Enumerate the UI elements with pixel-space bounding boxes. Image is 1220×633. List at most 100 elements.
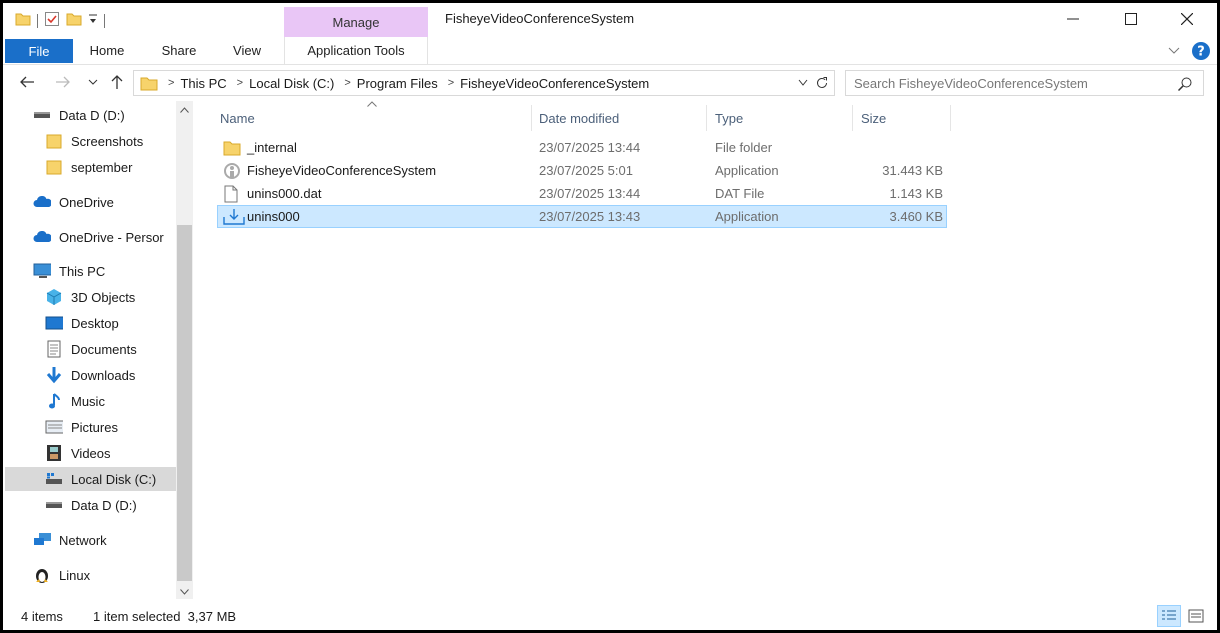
nav-item-screenshots[interactable]: Screenshots [45,129,143,153]
tab-home[interactable]: Home [77,37,137,64]
search-placeholder: Search FisheyeVideoConferenceSystem [854,75,1088,91]
chevron-right-icon[interactable]: > [168,77,174,89]
file-date: 23/07/2025 13:44 [539,140,641,155]
breadcrumb-local-disk[interactable]: Local Disk (C:) [249,76,334,91]
status-bar: 4 items 1 item selected 3,37 MB [3,603,1217,629]
drive-icon [33,107,51,123]
nav-item-videos[interactable]: Videos [45,441,111,465]
large-icons-view-icon [1188,609,1204,623]
nav-item-september[interactable]: september [45,155,132,179]
column-header-size[interactable]: Size [853,105,951,131]
nav-item-label: OneDrive - Persor [59,229,164,245]
desktop-icon [45,315,63,331]
navigation-pane: Data D (D:) Screenshots september OneDri… [3,101,193,601]
nav-item-documents[interactable]: Documents [45,337,137,361]
large-icons-view-button[interactable] [1185,607,1207,625]
nav-item-onedrive[interactable]: OneDrive [33,190,114,214]
file-row[interactable]: unins000.dat 23/07/2025 13:44 DAT File 1… [217,183,947,206]
file-name: unins000.dat [247,186,322,201]
scroll-up-icon[interactable] [180,107,189,113]
address-bar[interactable]: > This PC > Local Disk (C:) > Program Fi… [133,70,835,96]
column-header-name[interactable]: Name [212,105,532,131]
folder-icon[interactable] [15,12,31,29]
breadcrumb-program-files[interactable]: Program Files [357,76,438,91]
column-header-type[interactable]: Type [707,105,853,131]
nav-item-label: Pictures [71,419,118,435]
nav-item-linux[interactable]: Linux [33,563,90,587]
chevron-right-icon[interactable]: > [448,77,454,89]
nav-item-desktop[interactable]: Desktop [45,311,119,335]
nav-item-label: Data D (D:) [71,497,137,513]
nav-item-network[interactable]: Network [33,528,107,552]
file-size: 3.460 KB [889,209,944,224]
customize-dropdown-icon[interactable] [88,13,98,28]
nav-item-data-d[interactable]: Data D (D:) [33,103,125,127]
music-icon [45,393,63,409]
nav-item-label: Music [71,393,105,409]
nav-scrollbar[interactable] [176,101,193,599]
nav-item-label: Linux [59,567,91,583]
details-view-icon [1162,610,1176,620]
file-row-selected[interactable]: unins000 23/07/2025 13:43 Application 3.… [217,205,947,228]
minimize-button[interactable] [1045,3,1101,35]
search-icon[interactable] [1177,76,1193,92]
file-name: unins000 [247,209,300,224]
installer-icon [223,206,245,227]
nav-item-label: Local Disk (C:) [71,471,157,487]
scrollbar-thumb[interactable] [177,225,192,581]
file-row[interactable]: FisheyeVideoConferenceSystem 23/07/2025 … [217,160,947,183]
folder-icon [45,159,63,175]
search-input[interactable]: Search FisheyeVideoConferenceSystem [845,70,1204,96]
column-header-date-modified[interactable]: Date modified [531,105,707,131]
tab-manage[interactable]: Manage [284,7,428,37]
nav-item-data-d-2[interactable]: Data D (D:) [45,493,137,517]
refresh-icon[interactable] [814,75,830,91]
nav-item-label: Videos [71,445,111,461]
expand-ribbon-icon[interactable] [1167,43,1181,60]
network-icon [33,532,51,548]
cube-icon [45,289,63,305]
properties-icon[interactable] [44,11,60,30]
file-list: Name Date modified Type Size _internal 2… [193,101,1217,601]
close-button[interactable] [1159,3,1215,35]
file-row[interactable]: _internal 23/07/2025 13:44 File folder [217,137,947,160]
explorer-window: Manage FisheyeVideoConferenceSystem File… [3,3,1217,630]
download-icon [45,367,63,384]
help-icon[interactable]: ? [1191,41,1211,64]
tab-file[interactable]: File [5,39,73,63]
new-folder-icon[interactable] [66,12,82,29]
scroll-down-icon[interactable] [180,589,189,595]
recent-locations-button[interactable] [83,72,103,92]
videos-icon [45,445,63,461]
nav-item-label: OneDrive [59,194,114,210]
breadcrumb-this-pc[interactable]: This PC [180,76,226,91]
details-view-button[interactable] [1157,605,1181,627]
address-dropdown-icon[interactable] [798,79,808,87]
cloud-icon [33,194,51,210]
chevron-right-icon[interactable]: > [237,77,243,89]
app-icon [223,160,241,181]
file-date: 23/07/2025 13:43 [539,209,641,224]
nav-item-label: Documents [71,341,137,357]
nav-item-pictures[interactable]: Pictures [45,415,118,439]
tab-share[interactable]: Share [149,37,209,64]
nav-item-this-pc[interactable]: This PC [33,259,105,283]
drive-icon [45,497,63,513]
file-size: 31.443 KB [882,163,943,178]
maximize-button[interactable] [1103,3,1159,35]
nav-item-label: Data D (D:) [59,107,125,123]
up-button[interactable] [107,72,127,92]
tab-application-tools[interactable]: Application Tools [284,37,428,64]
tab-view[interactable]: View [219,37,275,64]
ribbon-tabs: File Home Share View Application Tools ? [3,37,1217,65]
nav-item-downloads[interactable]: Downloads [45,363,135,387]
breadcrumb-current-folder[interactable]: FisheyeVideoConferenceSystem [460,76,649,91]
forward-button[interactable] [53,72,73,92]
nav-item-music[interactable]: Music [45,389,105,413]
nav-item-label: Downloads [71,367,136,383]
nav-item-3d-objects[interactable]: 3D Objects [45,285,135,309]
back-button[interactable] [17,72,37,92]
chevron-right-icon[interactable]: > [344,77,350,89]
nav-item-local-disk-c[interactable]: Local Disk (C:) [5,467,176,491]
nav-item-onedrive-personal[interactable]: OneDrive - Persor [33,225,164,249]
